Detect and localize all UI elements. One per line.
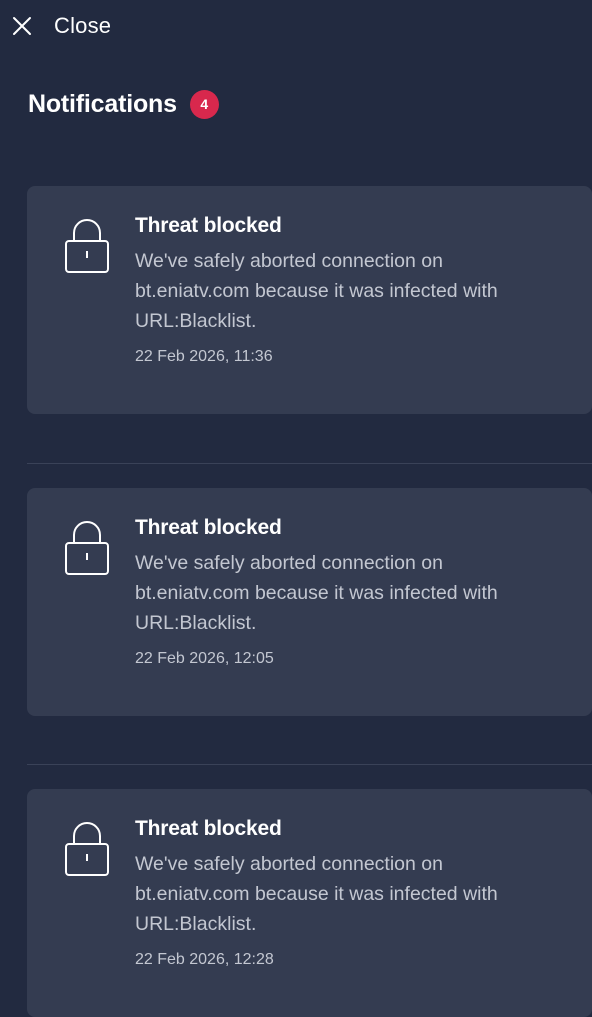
notification-message: We've safely aborted connection on bt.en…	[135, 853, 498, 935]
close-button[interactable]: Close	[12, 0, 111, 52]
notification-title: Threat blocked	[135, 817, 282, 840]
notification-count-badge: 4	[189, 89, 219, 119]
notification-timestamp: 22 Feb 2026, 12:05	[135, 650, 274, 667]
close-icon	[12, 16, 32, 36]
notification-title: Threat blocked	[135, 516, 282, 539]
notification-message: We've safely aborted connection on bt.en…	[135, 552, 498, 634]
top-bar: Close	[0, 0, 592, 52]
divider	[27, 764, 592, 765]
lock-icon	[64, 217, 110, 275]
divider	[27, 463, 592, 464]
notification-title: Threat blocked	[135, 214, 282, 237]
page-title: Notifications	[28, 89, 177, 118]
notification-message: We've safely aborted connection on bt.en…	[135, 250, 498, 332]
notification-card[interactable]: Threat blocked We've safely aborted conn…	[27, 186, 592, 414]
notification-card[interactable]: Threat blocked We've safely aborted conn…	[27, 789, 592, 1017]
notification-card[interactable]: Threat blocked We've safely aborted conn…	[27, 488, 592, 716]
close-label: Close	[54, 13, 112, 38]
lock-icon	[64, 820, 110, 878]
notification-timestamp: 22 Feb 2026, 12:28	[135, 951, 274, 968]
notifications-header: Notifications 4	[28, 84, 219, 124]
notification-timestamp: 22 Feb 2026, 11:36	[135, 348, 273, 365]
lock-icon	[64, 519, 110, 577]
